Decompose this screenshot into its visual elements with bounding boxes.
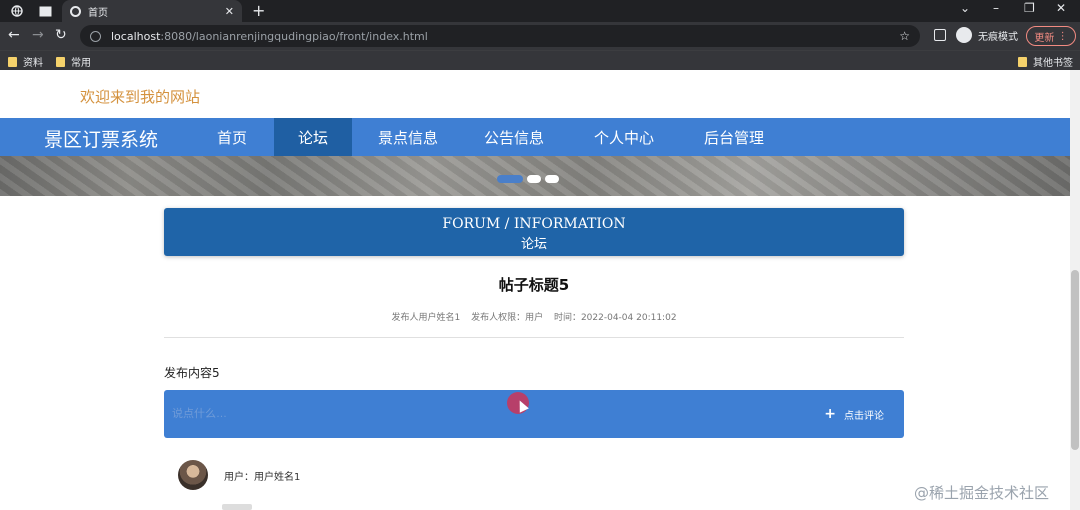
site-info-icon[interactable] [90,30,101,42]
folder-icon [1018,56,1027,67]
bookmark-label: 资料 [23,58,43,69]
section-header: FORUM / INFORMATION 论坛 [164,208,904,256]
carousel-dot-3[interactable] [545,175,559,183]
reload-icon[interactable]: ↻ [55,27,67,43]
update-button[interactable]: 更新 ⋮ [1026,26,1076,46]
divider [164,337,904,338]
folder-icon [8,56,17,67]
section-title-en: FORUM / INFORMATION [442,216,626,232]
close-window-icon[interactable]: ✕ [1056,1,1066,15]
post-title: 帖子标题5 [498,276,570,294]
scrollbar-thumb[interactable] [1071,270,1079,450]
other-bookmarks-label: 其他书签 [1033,58,1073,69]
post-time: 时间：2022-04-04 20:11:02 [553,313,677,323]
url-host: localhost [111,29,161,43]
nav-label: 论坛 [297,128,328,147]
nav-label: 公告信息 [483,128,544,147]
comment-item: 用户：用户姓名1 [178,460,300,490]
browser-address-bar: ← → ↻ localhost:8080/laonianrenjingqudin… [0,22,1080,50]
url-path: :8080/laonianrenjingqudingpiao/front/ind… [160,29,428,43]
watermark: @稀土掘金技术社区 [914,484,1050,502]
nav-item-attractions[interactable]: 景点信息 [366,118,450,156]
section-title-cn: 论坛 [520,237,547,252]
comment-button-label: 点击评论 [844,410,884,422]
banner-carousel [0,156,1070,196]
main-nav: 景区订票系统 首页 论坛 景点信息 公告信息 个人中心 后台管理 [0,118,1070,156]
browser-tab-bar: 首页 ✕ + ⌄ – ❐ ✕ [0,0,1080,22]
folder-icon [56,56,65,67]
post-author: 发布人用户姓名1 [391,313,461,323]
tab-favicon-icon [70,5,81,17]
comment-input[interactable] [172,404,472,424]
nav-item-notices[interactable]: 公告信息 [472,118,556,156]
incognito-icon [956,27,972,43]
forward-icon[interactable]: → [32,27,44,43]
incognito-label: 无痕模式 [978,31,1018,43]
incognito-indicator[interactable]: 无痕模式 [956,27,1018,43]
side-panel-icon[interactable] [934,29,946,41]
nav-label: 景点信息 [377,128,438,147]
avatar [178,460,208,490]
bookmarks-bar: 资料 常用 其他书签 [0,50,1080,70]
nav-label: 个人中心 [593,128,654,147]
page-viewport: 欢迎来到我的网站 景区订票系统 首页 论坛 景点信息 公告信息 个人中心 后台管… [0,70,1080,510]
nav-item-admin[interactable]: 后台管理 [692,118,776,156]
restore-icon[interactable]: ❐ [1024,1,1035,15]
url-field[interactable]: localhost:8080/laonianrenjingqudingpiao/… [80,25,920,47]
tab-list-chevron-icon[interactable]: ⌄ [960,1,970,15]
tab-close-icon[interactable]: ✕ [225,5,234,18]
globe-icon[interactable] [10,4,24,18]
tab-title: 首页 [88,7,108,19]
browser-tab-active[interactable]: 首页 ✕ [62,0,242,22]
nav-item-forum[interactable]: 论坛 [274,118,352,156]
comment-text-cutoff [222,504,252,510]
new-tab-icon[interactable]: + [252,1,265,20]
welcome-text: 欢迎来到我的网站 [80,88,201,106]
other-bookmarks[interactable]: 其他书签 [1018,54,1073,69]
minimize-icon[interactable]: – [993,1,999,15]
bookmark-folder-1[interactable]: 资料 [8,54,43,69]
comment-bar: + 点击评论 [164,390,904,438]
bookmark-label: 常用 [71,58,91,69]
post-meta: 发布人用户姓名1 发布人权限：用户 时间：2022-04-04 20:11:02 [164,310,904,323]
bookmark-folder-2[interactable]: 常用 [56,54,91,69]
site-brand[interactable]: 景区订票系统 [44,125,158,152]
plus-icon: + [824,406,836,422]
tab-search-icon[interactable] [38,4,52,18]
nav-item-personal-center[interactable]: 个人中心 [582,118,666,156]
nav-item-home[interactable]: 首页 [196,118,268,156]
back-icon[interactable]: ← [8,27,20,43]
carousel-dot-2[interactable] [527,175,541,183]
nav-label: 后台管理 [703,128,764,147]
post-content: 发布内容5 [164,366,220,380]
comment-button[interactable]: + 点击评论 [824,406,884,422]
nav-label: 首页 [216,128,247,147]
carousel-dot-1[interactable] [497,175,523,183]
update-label: 更新 [1034,32,1055,44]
carousel-dots [497,175,559,183]
post-author-type: 发布人权限：用户 [471,313,544,323]
comment-user: 用户：用户姓名1 [224,471,301,483]
page-scrollbar[interactable] [1070,70,1080,510]
bookmark-star-icon[interactable]: ☆ [899,29,910,43]
